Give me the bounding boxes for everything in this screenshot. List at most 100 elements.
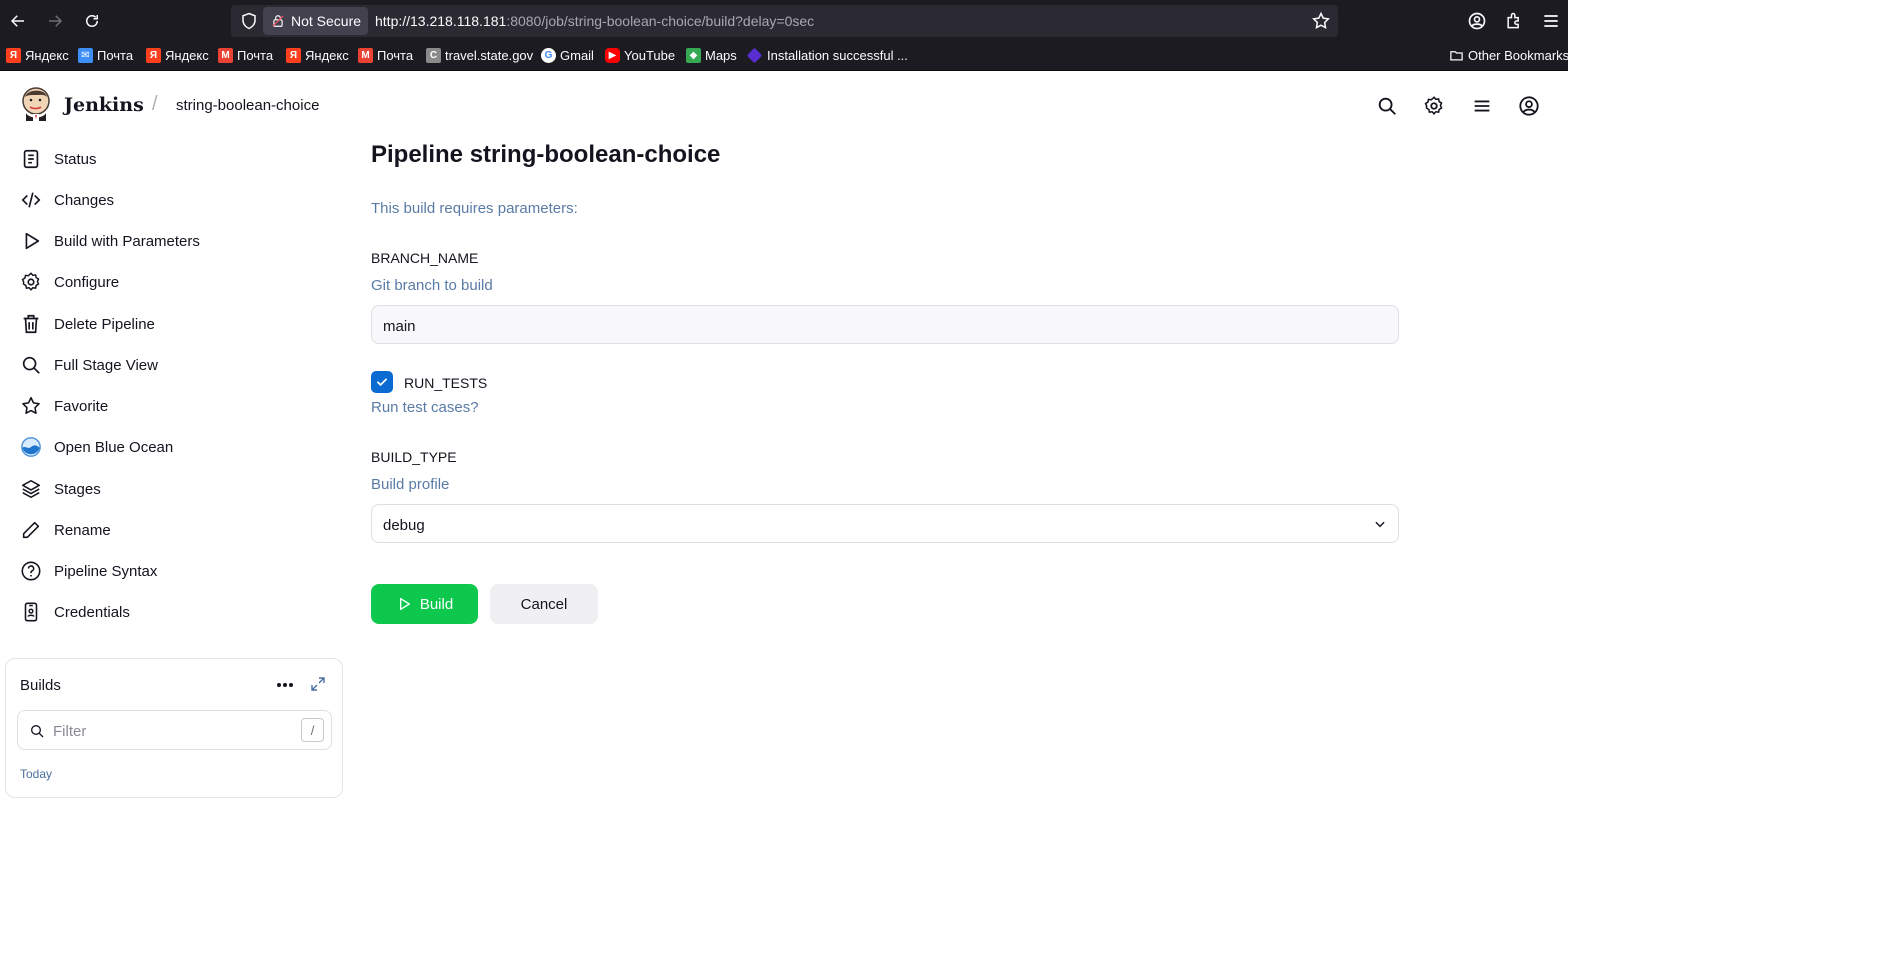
bookmark-item[interactable]: Я Яндекс	[146, 48, 209, 63]
bookmark-label: Gmail	[560, 48, 594, 63]
param-description-run-tests: Run test cases?	[371, 399, 479, 416]
credentials-icon	[24, 602, 38, 622]
builds-filter-input[interactable]: Filter /	[17, 710, 332, 750]
branch-name-input[interactable]: main	[371, 305, 1399, 344]
url-text[interactable]: http://13.218.118.181:8080/job/string-bo…	[375, 13, 814, 29]
run-tests-label[interactable]: RUN_TESTS	[404, 375, 487, 391]
status-icon	[23, 149, 39, 169]
bookmark-label: Почта	[97, 48, 134, 63]
sidebar-item-build-with-parameters[interactable]: Build with Parameters	[20, 226, 200, 256]
reload-icon	[86, 15, 98, 27]
sidebar-item-full-stage-view[interactable]: Full Stage View	[20, 350, 158, 380]
breadcrumb-separator: /	[152, 93, 158, 115]
sidebar-item-configure[interactable]: Configure	[20, 267, 119, 297]
builds-group-label: Today	[20, 767, 53, 781]
bookmark-item[interactable]: ✉ Почта	[78, 48, 133, 63]
sidebar-item-label: Favorite	[54, 397, 109, 415]
sidebar-item-label: Rename	[54, 521, 111, 539]
gmail-icon: M	[358, 48, 373, 63]
sidebar-item-delete-pipeline[interactable]: Delete Pipeline	[20, 309, 155, 339]
sidebar-item-stages[interactable]: Stages	[20, 474, 101, 504]
param-name-build-type: BUILD_TYPE	[371, 449, 457, 465]
bookmark-label: Яндекс	[305, 48, 349, 63]
star-icon	[22, 396, 40, 415]
other-bookmarks[interactable]: Other Bookmarks	[1449, 48, 1569, 63]
bookmarks-bar: Я Яндекс ✉ Почта Я Яндекс M Почта Я Яндекс MП…	[0, 43, 1569, 71]
bookmark-item[interactable]: Я Яндекс	[6, 48, 69, 63]
account-icon[interactable]	[1467, 11, 1487, 31]
build-button-label: Build	[419, 595, 454, 613]
jenkins-brand[interactable]: Jenkins	[64, 94, 144, 116]
sidebar-item-label: Changes	[54, 191, 115, 209]
bookmark-item[interactable]: Installation successful ...	[746, 47, 908, 64]
reload-button[interactable]	[79, 8, 105, 34]
travel-icon: C	[426, 48, 441, 63]
bookmark-label: Почта	[377, 48, 414, 63]
user-icon[interactable]	[1518, 95, 1540, 117]
search-icon[interactable]	[1376, 95, 1398, 117]
sidebar-item-label: Stages	[54, 480, 101, 498]
sidebar-item-label: Status	[54, 150, 97, 168]
build-type-value: debug	[383, 517, 425, 534]
builds-title: Builds	[20, 677, 61, 694]
bookmark-item[interactable]: M Почта	[358, 48, 413, 63]
run-tests-checkbox[interactable]	[371, 371, 393, 393]
sidebar-item-pipeline-syntax[interactable]: Pipeline Syntax	[20, 556, 157, 586]
more-options-icon[interactable]	[274, 677, 296, 693]
layers-icon	[21, 479, 41, 499]
bookmark-label: Почта	[237, 48, 274, 63]
not-secure-indicator[interactable]: Not Secure	[263, 7, 368, 35]
cancel-button-label: Cancel	[520, 595, 568, 613]
keyboard-shortcut-badge: /	[301, 718, 324, 742]
cancel-button[interactable]: Cancel	[490, 584, 598, 624]
search-icon	[22, 356, 40, 374]
build-button[interactable]: Build	[371, 584, 478, 624]
sidebar-item-status[interactable]: Status	[20, 144, 97, 174]
sidebar-item-open-blue-ocean[interactable]: Open Blue Ocean	[20, 432, 173, 462]
url-host: http://13.218.118.181	[375, 13, 507, 29]
play-icon	[399, 598, 410, 610]
url-path: :8080/job/string-boolean-choice/build?de…	[506, 13, 815, 29]
breadcrumb-job[interactable]: string-boolean-choice	[176, 97, 319, 114]
shield-icon[interactable]	[240, 12, 258, 30]
build-type-select[interactable]: debug	[371, 504, 1399, 543]
sidebar-item-label: Credentials	[54, 603, 130, 621]
trash-icon	[23, 314, 39, 334]
parameters-intro: This build requires parameters:	[371, 200, 578, 217]
expand-icon[interactable]	[310, 676, 326, 692]
jenkins-logo-icon[interactable]	[20, 85, 52, 123]
bookmark-item[interactable]: ◆ Maps	[686, 48, 737, 63]
builds-panel: Builds Filter / Today	[5, 658, 343, 798]
filter-placeholder: Filter	[53, 723, 87, 740]
hamburger-menu-icon[interactable]	[1471, 95, 1493, 117]
bookmark-star-icon[interactable]	[1311, 11, 1331, 31]
maps-icon: ◆	[686, 48, 701, 63]
back-arrow-icon	[10, 15, 24, 27]
bookmark-item[interactable]: Ctravel.state.gov	[426, 48, 533, 63]
sidebar-item-label: Open Blue Ocean	[54, 438, 174, 456]
jenkins-header: Jenkins / string-boolean-choice	[0, 71, 1568, 139]
browser-menu-icon[interactable]	[1541, 11, 1561, 31]
sidebar-item-changes[interactable]: Changes	[20, 185, 114, 215]
google-icon: G	[541, 48, 556, 63]
bookmark-item[interactable]: ▶ YouTube	[605, 48, 675, 63]
forward-button[interactable]	[42, 8, 68, 34]
bookmark-item[interactable]: M Почта	[218, 48, 273, 63]
manage-gear-icon[interactable]	[1423, 95, 1445, 117]
back-button[interactable]	[5, 8, 31, 34]
page-title: Pipeline string-boolean-choice	[371, 141, 721, 168]
sidebar-item-favorite[interactable]: Favorite	[20, 391, 108, 421]
bookmark-item[interactable]: G Gmail	[541, 48, 594, 63]
sidebar-item-credentials[interactable]: Credentials	[20, 597, 130, 627]
folder-icon	[1450, 51, 1463, 61]
bookmark-label: Maps	[705, 48, 737, 63]
install-icon	[746, 47, 763, 64]
sidebar-item-label: Build with Parameters	[54, 232, 200, 250]
extensions-icon[interactable]	[1504, 11, 1524, 31]
chevron-down-icon	[1375, 521, 1385, 528]
sidebar-item-label: Delete Pipeline	[54, 315, 155, 333]
gear-icon	[21, 272, 40, 291]
sidebar-item-rename[interactable]: Rename	[20, 515, 111, 545]
bookmark-item[interactable]: Я Яндекс	[286, 48, 349, 63]
forward-arrow-icon	[49, 15, 63, 27]
